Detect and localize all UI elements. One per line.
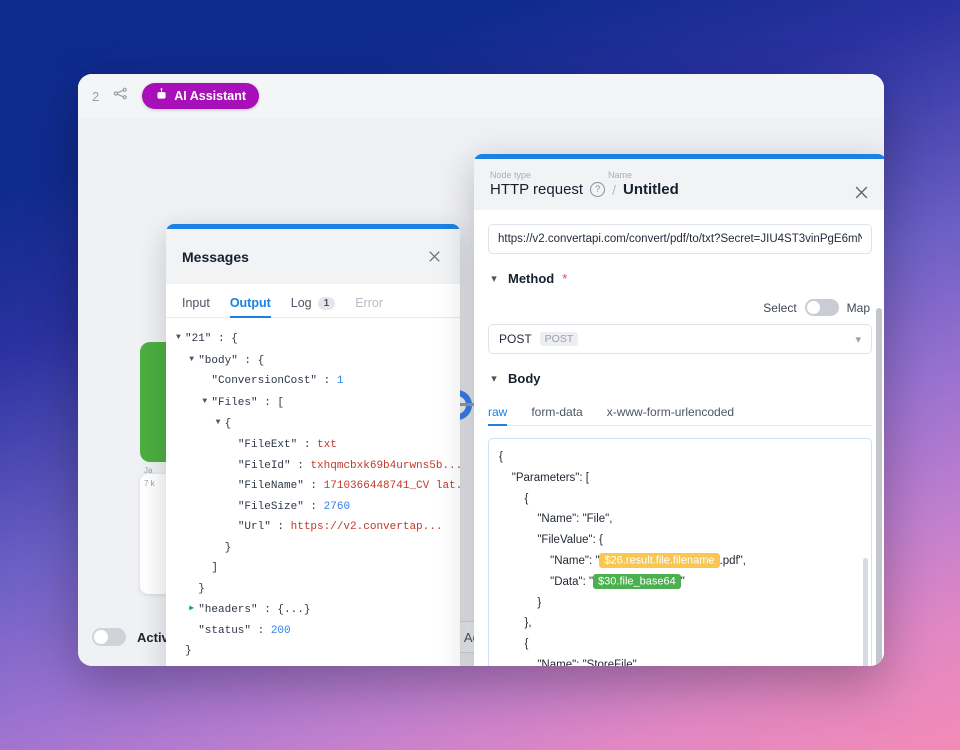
canvas-node-mini-label: Ja 7 k (144, 464, 155, 490)
ndv-body: ▾ Method * Select Map POST POST ▾ ▾ Body… (474, 210, 884, 666)
robot-icon (155, 88, 168, 104)
canvas-mini-label-line2: 7 k (144, 479, 155, 488)
json-line: } (224, 541, 232, 554)
code-line: { (499, 492, 529, 505)
canvas-mini-label-line1: Ja (144, 466, 153, 475)
json-line: } (185, 645, 192, 658)
ndv-close-icon[interactable] (850, 181, 872, 203)
select-label: Select (763, 300, 797, 315)
ai-assistant-label: AI Assistant (174, 89, 247, 103)
share-nodes-icon[interactable] (113, 86, 128, 106)
method-section-title: Method (508, 271, 555, 286)
body-tab-form-data[interactable]: form-data (531, 405, 582, 425)
messages-panel: Messages Input Output Log 1 Error ▼ "21" … (166, 224, 460, 666)
code-line: "Name": "File", (499, 513, 613, 526)
tab-output[interactable]: Output (229, 296, 271, 318)
method-section-header[interactable]: ▾ Method * (488, 271, 872, 286)
json-line: "Url" : https://v2.convertap... (237, 521, 443, 534)
method-select[interactable]: POST POST ▾ (488, 324, 872, 354)
ndv-header: Node type Name HTTP request ? / Untitled (474, 159, 884, 210)
json-line: ▼ "body" : { (176, 350, 448, 372)
json-line: ▼ "Files" : [ (176, 392, 448, 414)
tab-log-count: 1 (317, 296, 336, 310)
messages-panel-header: Messages (166, 229, 460, 284)
ndv-scrollbar[interactable] (876, 308, 882, 666)
expression-token[interactable]: $26.result.file.filename (599, 553, 720, 569)
json-line: "FileSize" : 2760 (237, 500, 351, 513)
chevron-down-icon: ▾ (855, 333, 861, 346)
caret-right-icon[interactable]: ▶ (189, 599, 198, 620)
body-tab-raw[interactable]: raw (488, 405, 508, 426)
json-line: ▶ "headers" : {...} (176, 599, 448, 621)
ndv-node-type: HTTP request (490, 181, 584, 198)
tab-number: 2 (92, 88, 100, 104)
json-line: "FileId" : txhqmcbxk69b4urwns5b... (237, 459, 460, 472)
code-line: }, (499, 617, 532, 630)
code-line: "Parameters": [ (499, 471, 589, 484)
code-line: { (499, 451, 503, 463)
question-circle-icon[interactable]: ? (590, 182, 606, 197)
tab-input[interactable]: Input (182, 296, 210, 317)
ndv-node-type-label: Node type (490, 170, 532, 180)
body-code-editor[interactable]: { "Parameters": [ { "Name": "File", "Fil… (488, 438, 872, 666)
code-line: "Name": " $26.result.file.filename .pdf", (499, 553, 746, 569)
caret-down-icon[interactable]: ▼ (189, 350, 198, 371)
tab-error[interactable]: Error (355, 296, 383, 317)
code-line: "FileValue": { (499, 534, 603, 547)
ndv-node-name[interactable]: Untitled (623, 181, 679, 198)
ndv-field-labels: Node type Name (490, 170, 870, 180)
body-tab-urlencoded[interactable]: x-www-form-urlencoded (607, 405, 734, 425)
tab-log[interactable]: Log 1 (290, 296, 336, 317)
tab-error-label: Error (355, 296, 383, 310)
workflow-active-toggle[interactable] (92, 628, 126, 646)
json-line: "status" : 200 (198, 624, 291, 637)
tab-output-label: Output (229, 296, 271, 310)
select-map-toggle[interactable] (804, 299, 839, 316)
body-section-title: Body (508, 371, 541, 386)
ndv-title-row: HTTP request ? / Untitled (490, 181, 870, 198)
messages-tabs: Input Output Log 1 Error (166, 284, 460, 318)
code-line: "Data": " $30.file_base64 " (499, 574, 685, 590)
code-line: } (499, 596, 542, 609)
app-topbar: 2 AI Assistant (78, 74, 884, 118)
map-label: Map (846, 300, 870, 315)
method-selected-value: POST (499, 332, 532, 346)
json-line: ] (211, 562, 219, 575)
code-editor-scrollbar[interactable] (863, 558, 868, 666)
expression-token[interactable]: $30.file_base64 (593, 574, 681, 590)
json-line: "ConversionCost" : 1 (211, 375, 344, 388)
workflow-app-window: Ja 7 k oye 1 0.0 s) 2 (78, 74, 884, 666)
ndv-separator: / (612, 181, 616, 198)
chevron-down-icon: ▾ (491, 373, 497, 385)
json-line: "FileName" : 1710366448741_CV lat... (237, 480, 460, 493)
json-line: ▼{ (176, 413, 448, 435)
chevron-down-icon: ▾ (491, 273, 497, 285)
ndv-name-label: Name (608, 170, 633, 180)
node-details-dialog: Node type Name HTTP request ? / Untitled… (474, 154, 884, 666)
select-map-row: Select Map (488, 299, 872, 316)
tab-input-label: Input (182, 296, 210, 310)
output-json-tree[interactable]: ▼ "21" : { ▼ "body" : { "ConversionCost" :… (166, 318, 460, 662)
json-line: "FileExt" : txt (237, 439, 337, 452)
url-input[interactable] (488, 224, 872, 254)
method-required-marker: * (562, 271, 568, 286)
json-line: ▼ "21" : { (176, 328, 448, 350)
body-format-tabs: raw form-data x-www-form-urlencoded (488, 398, 872, 426)
messages-close-icon[interactable] (424, 247, 444, 267)
messages-title: Messages (182, 248, 249, 265)
caret-down-icon[interactable]: ▼ (216, 413, 225, 434)
method-selected-tag: POST (539, 332, 579, 346)
ai-assistant-button[interactable]: AI Assistant (142, 83, 260, 109)
code-line: { (499, 638, 529, 651)
caret-down-icon[interactable]: ▼ (176, 328, 185, 349)
json-line: } (198, 582, 205, 595)
tab-log-label: Log (290, 296, 312, 310)
code-line: "Name": "StoreFile", (499, 658, 640, 666)
body-section-header[interactable]: ▾ Body (488, 371, 872, 386)
